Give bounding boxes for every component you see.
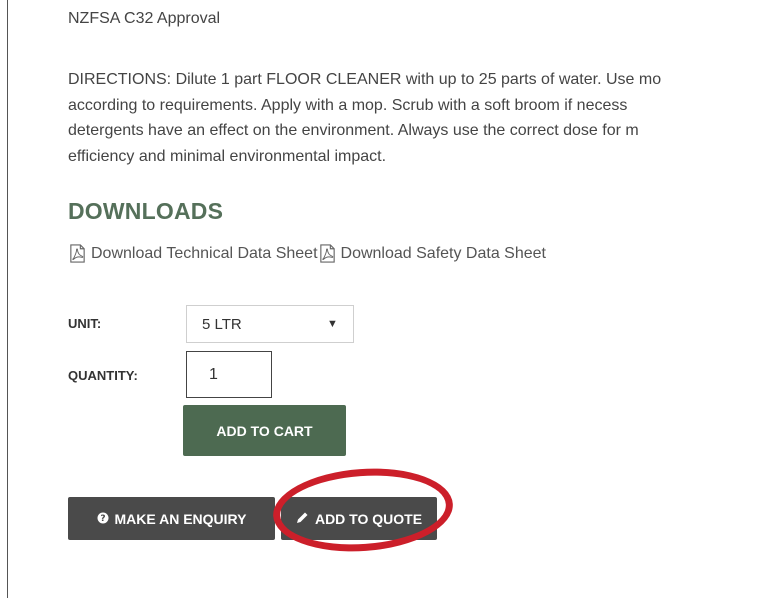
make-an-enquiry-label: MAKE AN ENQUIRY (114, 510, 247, 527)
download-safety-label: Download Safety Data Sheet (340, 244, 546, 262)
download-technical-data-sheet-link[interactable]: Download Technical Data Sheet (68, 244, 318, 263)
approval-text: NZFSA C32 Approval (68, 10, 221, 27)
directions-text: DIRECTIONS: Dilute 1 part FLOOR CLEANER … (68, 67, 766, 169)
directions-line: detergents have an effect on the environ… (68, 122, 639, 139)
add-to-quote-label: ADD TO QUOTE (314, 510, 423, 527)
make-an-enquiry-button[interactable]: ? MAKE AN ENQUIRY (68, 497, 275, 540)
svg-text:?: ? (100, 514, 105, 524)
unit-select-value: 5 LTR (202, 315, 242, 333)
directions-line: according to requirements. Apply with a … (68, 96, 628, 114)
downloads-heading: DOWNLOADS (68, 198, 224, 224)
download-technical-label: Download Technical Data Sheet (91, 244, 318, 262)
question-circle-icon: ? (97, 511, 109, 527)
pencil-icon (296, 511, 309, 527)
pdf-icon (70, 244, 85, 263)
add-to-quote-button[interactable]: ADD TO QUOTE (281, 497, 437, 540)
unit-label: UNIT: (68, 316, 102, 331)
directions-line: efficiency and minimal environmental imp… (68, 147, 387, 165)
unit-select[interactable]: 5 LTR ▼ (186, 305, 354, 343)
caret-down-icon: ▼ (327, 318, 338, 330)
pdf-icon (319, 244, 335, 263)
download-links: Download Technical Data Sheet Download S… (68, 244, 546, 263)
download-safety-data-sheet-link[interactable]: Download Safety Data Sheet (318, 244, 546, 263)
quantity-label: QUANTITY: (68, 368, 138, 383)
directions-line: DIRECTIONS: Dilute 1 part FLOOR CLEANER … (68, 71, 662, 88)
quantity-input[interactable]: 1 (186, 351, 272, 398)
add-to-cart-button[interactable]: ADD TO CART (183, 405, 346, 456)
